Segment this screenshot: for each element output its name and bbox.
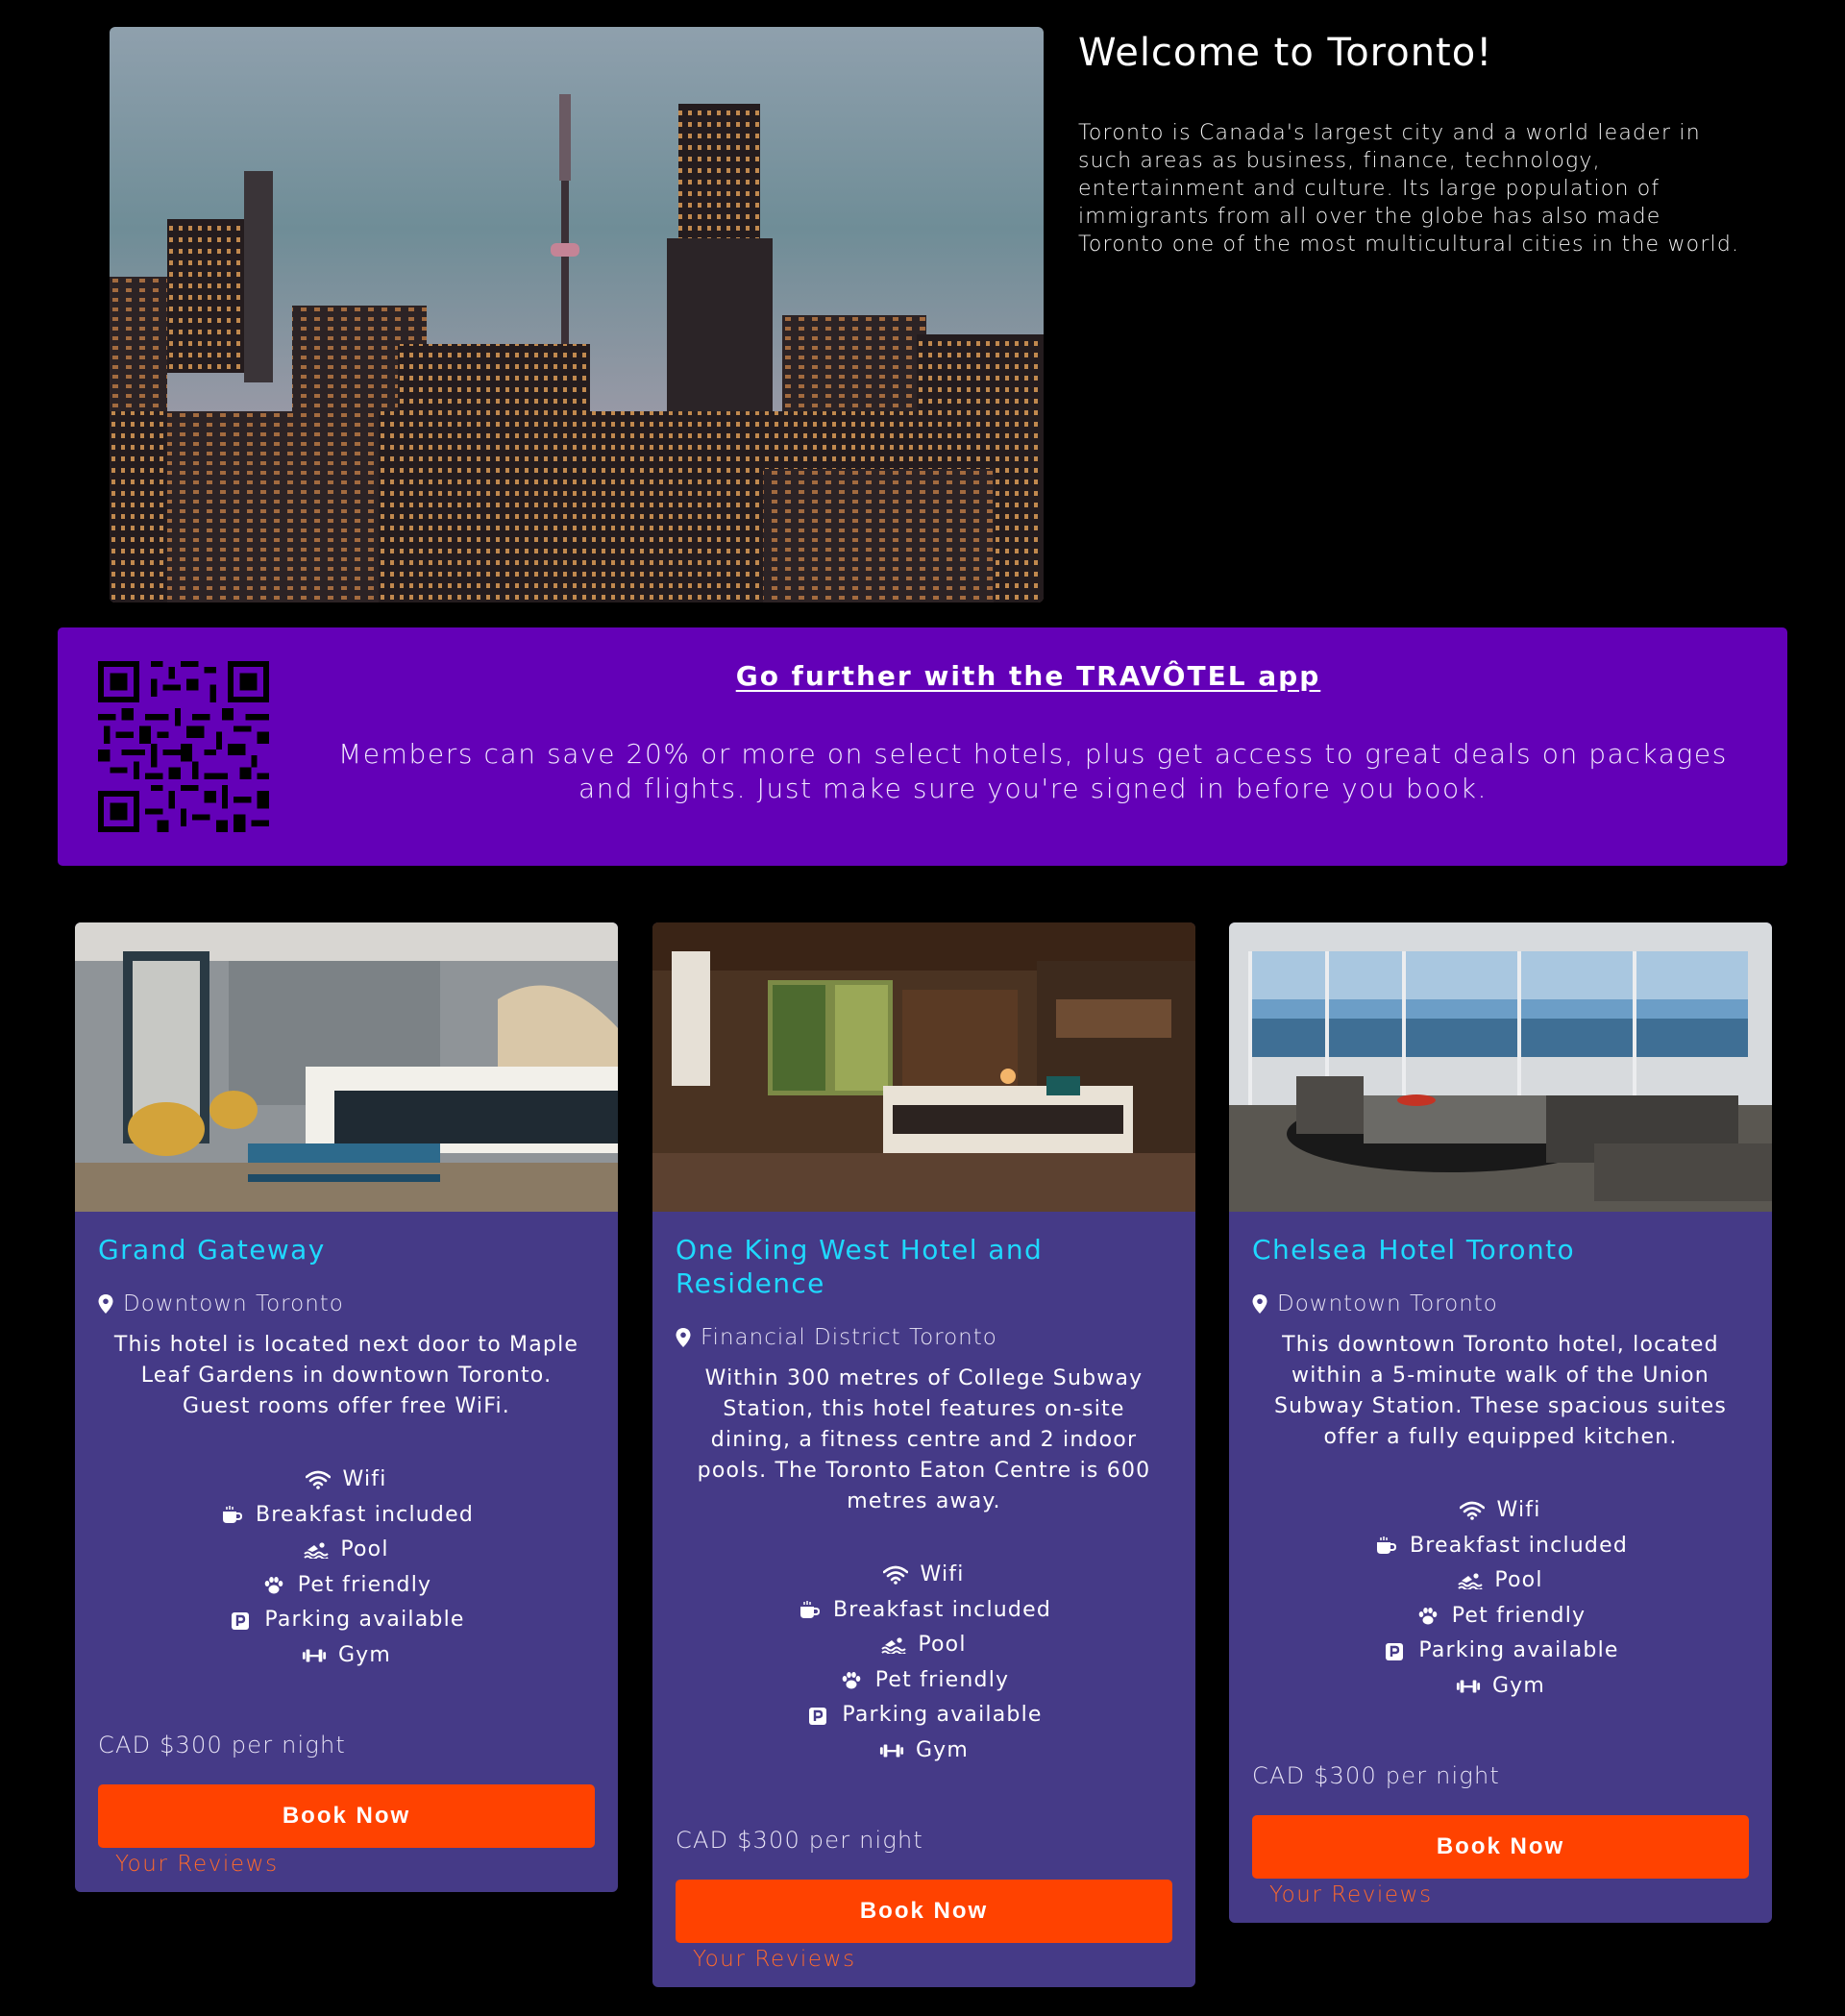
swimmer-icon bbox=[1458, 1571, 1484, 1590]
amenity-item: Breakfast included bbox=[676, 1593, 1172, 1629]
book-now-button[interactable]: Book Now bbox=[676, 1879, 1172, 1943]
amenity-item: Pool bbox=[676, 1628, 1172, 1663]
price-per-night: CAD $300 per night bbox=[1252, 1761, 1500, 1789]
hotel-card: One King West Hotel and Residence Financ… bbox=[652, 922, 1195, 1987]
swimmer-icon bbox=[881, 1635, 907, 1655]
map-pin-icon bbox=[1252, 1294, 1267, 1314]
hotel-description: This hotel is located next door to Maple… bbox=[113, 1333, 579, 1418]
amenity-item: Gym bbox=[676, 1733, 1172, 1769]
hotel-location: Downtown Toronto bbox=[98, 1291, 595, 1316]
dumbbell-icon bbox=[302, 1646, 327, 1665]
amenity-item: Pet friendly bbox=[98, 1568, 595, 1604]
amenity-label: Pool bbox=[1494, 1568, 1543, 1593]
amenity-label: Wifi bbox=[1496, 1498, 1541, 1522]
amenity-item: Wifi bbox=[1252, 1493, 1749, 1529]
paw-icon bbox=[261, 1576, 286, 1595]
map-pin-icon bbox=[98, 1294, 113, 1314]
map-pin-icon bbox=[676, 1328, 691, 1347]
your-reviews-link[interactable]: Your Reviews bbox=[693, 1947, 1172, 1987]
amenity-label: Pool bbox=[918, 1633, 967, 1658]
hotel-name[interactable]: Grand Gateway bbox=[98, 1233, 595, 1266]
dumbbell-icon bbox=[1456, 1677, 1481, 1696]
parking-icon bbox=[1382, 1642, 1407, 1661]
amenities-list: Wifi Breakfast included Pool Pet friendl… bbox=[676, 1558, 1172, 1769]
hotel-name[interactable]: Chelsea Hotel Toronto bbox=[1252, 1233, 1749, 1266]
paw-icon bbox=[1415, 1607, 1440, 1626]
amenity-label: Breakfast included bbox=[833, 1597, 1051, 1622]
amenity-label: Wifi bbox=[920, 1562, 965, 1586]
amenity-item: Parking available bbox=[676, 1698, 1172, 1733]
hotel-card: Grand Gateway Downtown Toronto This hote… bbox=[75, 922, 618, 1892]
amenity-label: Breakfast included bbox=[1410, 1533, 1628, 1558]
coffee-icon bbox=[219, 1505, 244, 1525]
price-per-night: CAD $300 per night bbox=[676, 1826, 923, 1854]
amenity-label: Pool bbox=[340, 1537, 389, 1562]
amenity-label: Parking available bbox=[842, 1703, 1043, 1728]
parking-icon bbox=[805, 1707, 830, 1726]
hotel-location: Financial District Toronto bbox=[676, 1325, 1172, 1350]
app-promo-banner: Go further with the TRAVÔTEL app Members… bbox=[58, 627, 1787, 866]
swimmer-icon bbox=[304, 1540, 330, 1560]
amenity-label: Gym bbox=[337, 1642, 392, 1667]
hotel-location: Downtown Toronto bbox=[1252, 1291, 1749, 1316]
location-label: Financial District Toronto bbox=[701, 1325, 997, 1350]
amenity-label: Breakfast included bbox=[256, 1502, 474, 1527]
hotel-room-photo bbox=[1229, 922, 1772, 1212]
toronto-skyline-image bbox=[110, 27, 1044, 602]
amenity-item: Parking available bbox=[98, 1603, 595, 1638]
wifi-icon bbox=[883, 1565, 909, 1586]
dumbbell-icon bbox=[879, 1741, 904, 1760]
page-title: Welcome to Toronto! bbox=[1078, 31, 1493, 75]
amenities-list: Wifi Breakfast included Pool Pet friendl… bbox=[1252, 1493, 1749, 1705]
amenity-item: Pet friendly bbox=[1252, 1599, 1749, 1635]
book-now-button[interactable]: Book Now bbox=[98, 1783, 595, 1848]
amenity-item: Breakfast included bbox=[1252, 1529, 1749, 1564]
amenity-item: Gym bbox=[1252, 1669, 1749, 1705]
hotel-description: Within 300 metres of College Subway Stat… bbox=[697, 1366, 1151, 1513]
amenity-item: Pool bbox=[1252, 1563, 1749, 1599]
hotel-room-photo bbox=[75, 922, 618, 1212]
intro-section: Welcome to Toronto! Toronto is Canada's … bbox=[110, 27, 1743, 603]
amenity-label: Pet friendly bbox=[297, 1572, 432, 1597]
amenity-item: Gym bbox=[98, 1638, 595, 1674]
your-reviews-link[interactable]: Your Reviews bbox=[115, 1852, 595, 1892]
amenity-label: Parking available bbox=[264, 1608, 465, 1633]
book-now-button[interactable]: Book Now bbox=[1252, 1814, 1749, 1879]
amenity-label: Parking available bbox=[1418, 1638, 1619, 1663]
amenity-item: Parking available bbox=[1252, 1634, 1749, 1669]
coffee-icon bbox=[797, 1600, 822, 1620]
location-label: Downtown Toronto bbox=[123, 1291, 344, 1316]
parking-icon bbox=[228, 1611, 253, 1631]
wifi-icon bbox=[1460, 1501, 1486, 1521]
amenity-item: Breakfast included bbox=[98, 1498, 595, 1534]
app-promo-link[interactable]: Go further with the TRAVÔTEL app bbox=[288, 660, 1768, 692]
app-promo-text: Members can save 20% or more on select h… bbox=[338, 738, 1728, 804]
paw-icon bbox=[839, 1671, 864, 1690]
amenity-label: Wifi bbox=[342, 1467, 387, 1491]
qr-code-icon bbox=[98, 661, 269, 832]
coffee-icon bbox=[1373, 1536, 1398, 1556]
hotel-card: Chelsea Hotel Toronto Downtown Toronto T… bbox=[1229, 922, 1772, 1923]
price-per-night: CAD $300 per night bbox=[98, 1731, 346, 1758]
intro-text: Welcome to Toronto! Toronto is Canada's … bbox=[1078, 27, 1770, 258]
amenity-label: Pet friendly bbox=[874, 1667, 1010, 1692]
intro-description: Toronto is Canada's largest city and a w… bbox=[1078, 121, 1740, 257]
amenity-item: Pool bbox=[98, 1533, 595, 1568]
amenity-label: Gym bbox=[915, 1737, 970, 1762]
amenity-item: Wifi bbox=[98, 1463, 595, 1498]
amenities-list: Wifi Breakfast included Pool Pet friendl… bbox=[98, 1463, 595, 1674]
amenity-label: Pet friendly bbox=[1451, 1603, 1587, 1628]
location-label: Downtown Toronto bbox=[1277, 1291, 1498, 1316]
amenity-item: Wifi bbox=[676, 1558, 1172, 1593]
hotel-name[interactable]: One King West Hotel and Residence bbox=[676, 1233, 1172, 1300]
amenity-item: Pet friendly bbox=[676, 1663, 1172, 1699]
amenity-label: Gym bbox=[1491, 1673, 1546, 1698]
hotel-room-photo bbox=[652, 922, 1195, 1212]
hotel-description: This downtown Toronto hotel, located wit… bbox=[1274, 1333, 1727, 1449]
your-reviews-link[interactable]: Your Reviews bbox=[1269, 1882, 1749, 1923]
wifi-icon bbox=[306, 1470, 332, 1490]
